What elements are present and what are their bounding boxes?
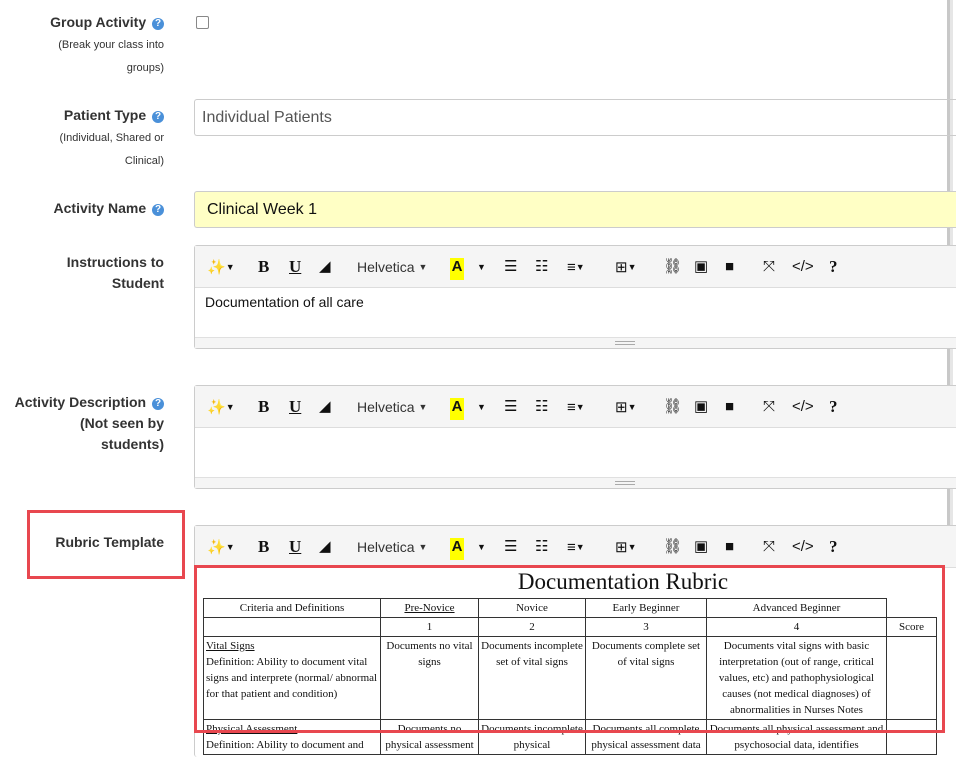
help-icon[interactable]: ? (152, 398, 164, 410)
video-icon[interactable]: ■ (725, 536, 734, 558)
align-icon[interactable]: ≡▼ (567, 536, 585, 558)
eraser-icon[interactable]: ◢ (319, 396, 331, 418)
bullet-list-icon[interactable]: ☰ (504, 396, 517, 418)
bold-button[interactable]: B (258, 256, 269, 278)
table-icon[interactable]: ⊞▼ (615, 256, 637, 278)
activity-description-label-line3: students) (101, 436, 164, 452)
link-icon[interactable]: ⛓ (663, 396, 682, 418)
bullet-list-icon[interactable]: ☰ (504, 536, 517, 558)
chevron-down-icon[interactable]: ▼ (477, 536, 486, 558)
activity-description-label: Activity Description ? (Not seen by stud… (15, 392, 164, 455)
rubric-template-label: Rubric Template (55, 534, 164, 550)
editor-resize-handle[interactable] (195, 477, 956, 488)
help-icon[interactable]: ? (152, 111, 164, 123)
font-family-value: Helvetica (357, 399, 415, 415)
fullscreen-icon[interactable]: ⤧ (763, 256, 775, 278)
activity-description-editor[interactable]: ✨▼ B U ◢ Helvetica ▼ A ▼ ☰ ☷ ≡▼ ⊞▼ ⛓ ▣ ■… (194, 385, 956, 489)
video-icon[interactable]: ■ (725, 396, 734, 418)
patient-type-label: Patient Type ? (Individual, Shared or Cl… (59, 105, 164, 172)
fullscreen-icon[interactable]: ⤧ (763, 536, 775, 558)
group-activity-hint-2: groups) (126, 62, 164, 74)
rubric-content-highlight (194, 565, 945, 733)
image-icon[interactable]: ▣ (694, 536, 708, 558)
fullscreen-icon[interactable]: ⤧ (763, 396, 775, 418)
help-button[interactable]: ? (829, 536, 838, 558)
patient-type-label-text: Patient Type (63, 107, 147, 123)
underline-button[interactable]: U (289, 396, 301, 418)
instructions-label-line1: Instructions to (66, 254, 164, 270)
patient-type-hint-1: (Individual, Shared or (59, 132, 164, 144)
group-activity-label-text: Group Activity (50, 14, 147, 30)
group-activity-hint-1: (Break your class into (58, 39, 164, 51)
chevron-down-icon[interactable]: ▼ (477, 396, 486, 418)
magic-wand-icon[interactable]: ✨▼ (207, 396, 235, 418)
link-icon[interactable]: ⛓ (663, 256, 682, 278)
instructions-content[interactable]: Documentation of all care (195, 288, 956, 316)
font-family-value: Helvetica (357, 539, 415, 555)
font-family-dropdown[interactable]: Helvetica ▼ (357, 256, 427, 278)
underline-button[interactable]: U (289, 536, 301, 558)
eraser-icon[interactable]: ◢ (319, 256, 331, 278)
code-view-button[interactable]: </> (792, 396, 814, 418)
table-icon[interactable]: ⊞▼ (615, 536, 637, 558)
eraser-icon[interactable]: ◢ (319, 536, 331, 558)
code-view-button[interactable]: </> (792, 256, 814, 278)
editor-resize-handle[interactable] (195, 337, 956, 348)
editor-toolbar: ✨▼ B U ◢ Helvetica ▼ A ▼ ☰ ☷ ≡▼ ⊞▼ ⛓ ▣ ■… (195, 386, 956, 428)
highlight-color-button[interactable]: A (450, 398, 464, 420)
magic-wand-icon[interactable]: ✨▼ (207, 256, 235, 278)
group-activity-checkbox[interactable] (196, 16, 209, 29)
underline-button[interactable]: U (289, 256, 301, 278)
editor-toolbar: ✨▼ B U ◢ Helvetica ▼ A ▼ ☰ ☷ ≡▼ ⊞▼ ⛓ ▣ ■… (195, 246, 956, 288)
image-icon[interactable]: ▣ (694, 396, 708, 418)
table-icon[interactable]: ⊞▼ (615, 396, 637, 418)
highlight-color-button[interactable]: A (450, 538, 464, 560)
align-icon[interactable]: ≡▼ (567, 256, 585, 278)
video-icon[interactable]: ■ (725, 256, 734, 278)
help-button[interactable]: ? (829, 396, 838, 418)
help-button[interactable]: ? (829, 256, 838, 278)
magic-wand-icon[interactable]: ✨▼ (207, 536, 235, 558)
code-view-button[interactable]: </> (792, 536, 814, 558)
instructions-label-line2: Student (111, 275, 164, 291)
highlight-color-button[interactable]: A (450, 258, 464, 280)
chevron-down-icon[interactable]: ▼ (477, 256, 486, 278)
font-family-dropdown[interactable]: Helvetica ▼ (357, 536, 427, 558)
group-activity-label: Group Activity ? (Break your class into … (50, 12, 164, 79)
numbered-list-icon[interactable]: ☷ (535, 256, 548, 278)
align-icon[interactable]: ≡▼ (567, 396, 585, 418)
image-icon[interactable]: ▣ (694, 256, 708, 278)
editor-toolbar: ✨▼ B U ◢ Helvetica ▼ A ▼ ☰ ☷ ≡▼ ⊞▼ ⛓ ▣ ■… (195, 526, 956, 568)
patient-type-select[interactable]: Individual Patients (194, 99, 956, 136)
patient-type-hint-2: Clinical) (124, 155, 164, 167)
activity-name-label: Activity Name ? (54, 198, 164, 219)
bullet-list-icon[interactable]: ☰ (504, 256, 517, 278)
bold-button[interactable]: B (258, 536, 269, 558)
instructions-label: Instructions to Student (67, 252, 164, 294)
instructions-editor[interactable]: ✨▼ B U ◢ Helvetica ▼ A ▼ ☰ ☷ ≡▼ ⊞▼ ⛓ ▣ ■… (194, 245, 956, 349)
font-family-dropdown[interactable]: Helvetica ▼ (357, 396, 427, 418)
link-icon[interactable]: ⛓ (663, 536, 682, 558)
criteria-definition: Definition: Ability to document and (206, 739, 364, 751)
font-family-value: Helvetica (357, 259, 415, 275)
activity-description-label-line2: (Not seen by (79, 415, 164, 431)
activity-name-input[interactable]: Clinical Week 1 (194, 191, 956, 228)
activity-name-label-text: Activity Name (53, 200, 147, 216)
activity-description-content[interactable] (195, 428, 956, 440)
help-icon[interactable]: ? (152, 204, 164, 216)
help-icon[interactable]: ? (152, 18, 164, 30)
numbered-list-icon[interactable]: ☷ (535, 396, 548, 418)
bold-button[interactable]: B (258, 396, 269, 418)
activity-description-label-line1: Activity Description (14, 394, 147, 410)
numbered-list-icon[interactable]: ☷ (535, 536, 548, 558)
